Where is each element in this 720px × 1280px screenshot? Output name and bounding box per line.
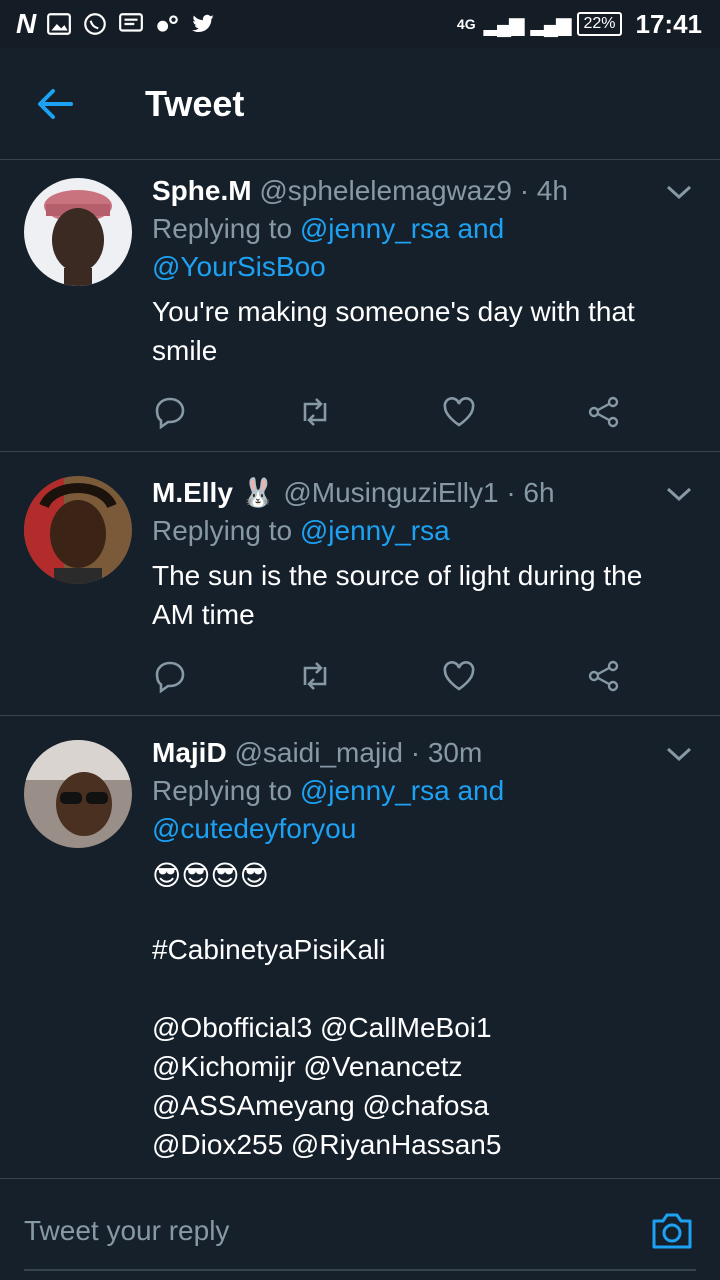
retweet-icon — [303, 398, 326, 426]
whatsapp-icon — [84, 13, 107, 35]
n-app-icon: N — [16, 8, 37, 39]
avatar[interactable] — [24, 476, 132, 584]
chevron-down-icon[interactable] — [664, 182, 694, 202]
tweet-time: · 6h — [506, 477, 555, 508]
music-icon — [157, 15, 179, 32]
share-icon — [588, 660, 619, 692]
clock: 17:41 — [635, 8, 703, 39]
user-handle[interactable]: @saidi_majid — [234, 737, 403, 768]
chevron-down-icon[interactable] — [664, 744, 694, 764]
reply-mention[interactable]: @jenny_rsa and — [300, 775, 504, 806]
tweet-item[interactable]: Sphe.M @sphelelemagwaz9 · 4h Replying to… — [0, 160, 720, 452]
like-button[interactable] — [441, 394, 477, 430]
mention-line[interactable]: @Kichomijr @Venancetz — [152, 1047, 700, 1086]
status-bar: N 4G ▂▄▆ ▂▄▆ 22% 17:41 — [0, 0, 720, 48]
divider — [24, 1269, 696, 1271]
tweet-item[interactable]: MajiD @saidi_majid · 30m Replying to @je… — [0, 716, 720, 1178]
signal-icon: ▂▄▆ — [483, 13, 525, 36]
tweet-emojis: 😎😎😎😎 — [152, 860, 269, 891]
reply-icon — [155, 661, 185, 693]
retweet-button[interactable] — [297, 658, 333, 694]
share-icon — [588, 396, 619, 428]
tweet-time: · 30m — [410, 737, 483, 768]
page-title: Tweet — [145, 82, 245, 124]
chevron-down-icon[interactable] — [664, 484, 694, 504]
retweet-button[interactable] — [297, 394, 333, 430]
system-status: 4G ▂▄▆ ▂▄▆ 22% 17:41 — [457, 9, 702, 40]
heart-icon — [443, 661, 475, 691]
reply-mention[interactable]: @cutedeyforyou — [152, 813, 356, 844]
share-button[interactable] — [586, 394, 622, 430]
tweet-time: · 4h — [519, 175, 568, 206]
user-name[interactable]: MajiD — [152, 737, 227, 768]
reply-mention[interactable]: @jenny_rsa — [300, 515, 450, 546]
reply-button[interactable] — [152, 394, 188, 430]
back-button[interactable] — [0, 48, 110, 160]
app-bar: Tweet — [0, 48, 720, 160]
network-type: 4G — [456, 16, 476, 32]
retweet-icon — [303, 662, 326, 690]
tweet-actions — [152, 392, 622, 432]
camera-icon[interactable] — [650, 1211, 694, 1251]
mention-line[interactable]: @Diox255 @RiyanHassan5 — [152, 1125, 700, 1164]
hashtag-link[interactable]: #CabinetyaPisiKali — [152, 930, 700, 969]
twitter-bird-icon — [192, 14, 215, 33]
user-handle[interactable]: @MusinguziElly1 — [283, 477, 498, 508]
reply-input[interactable]: Tweet your reply — [24, 1215, 229, 1247]
rabbit-emoji: 🐰 — [240, 477, 276, 508]
tweet-text: The sun is the source of light during th… — [152, 560, 643, 630]
avatar[interactable] — [24, 740, 132, 848]
notification-icons: N — [16, 8, 216, 40]
battery-indicator: 22% — [577, 12, 622, 36]
user-handle[interactable]: @sphelelemagwaz9 — [259, 175, 512, 206]
back-arrow-icon — [38, 88, 73, 119]
reply-icon — [155, 397, 185, 429]
gallery-icon — [47, 13, 72, 35]
mention-line[interactable]: @Obofficial3 @CallMeBoi1 — [152, 1008, 700, 1047]
user-name[interactable]: M.Elly — [152, 477, 233, 508]
avatar[interactable] — [24, 178, 132, 286]
reply-mention[interactable]: @jenny_rsa and — [300, 213, 504, 244]
replying-to-label: Replying to — [152, 213, 300, 244]
replying-to-label: Replying to — [152, 515, 300, 546]
message-icon — [119, 13, 144, 32]
replying-to-label: Replying to — [152, 775, 300, 806]
reply-composer: Tweet your reply — [0, 1178, 720, 1280]
signal-icon-2: ▂▄▆ — [530, 13, 572, 36]
tweet-text: You're making someone's day with that sm… — [152, 296, 635, 366]
tweet-item[interactable]: M.Elly 🐰 @MusinguziElly1 · 6h Replying t… — [0, 452, 720, 716]
reply-button[interactable] — [152, 658, 188, 694]
mention-line[interactable]: @ASSAmeyang @chafosa — [152, 1086, 700, 1125]
like-button[interactable] — [441, 658, 477, 694]
reply-mention[interactable]: @YourSisBoo — [152, 251, 326, 282]
tweet-actions — [152, 656, 622, 696]
heart-icon — [443, 397, 475, 427]
share-button[interactable] — [586, 658, 622, 694]
user-name[interactable]: Sphe.M — [152, 175, 252, 206]
mention-list: @Obofficial3 @CallMeBoi1 @Kichomijr @Ven… — [152, 1008, 700, 1164]
